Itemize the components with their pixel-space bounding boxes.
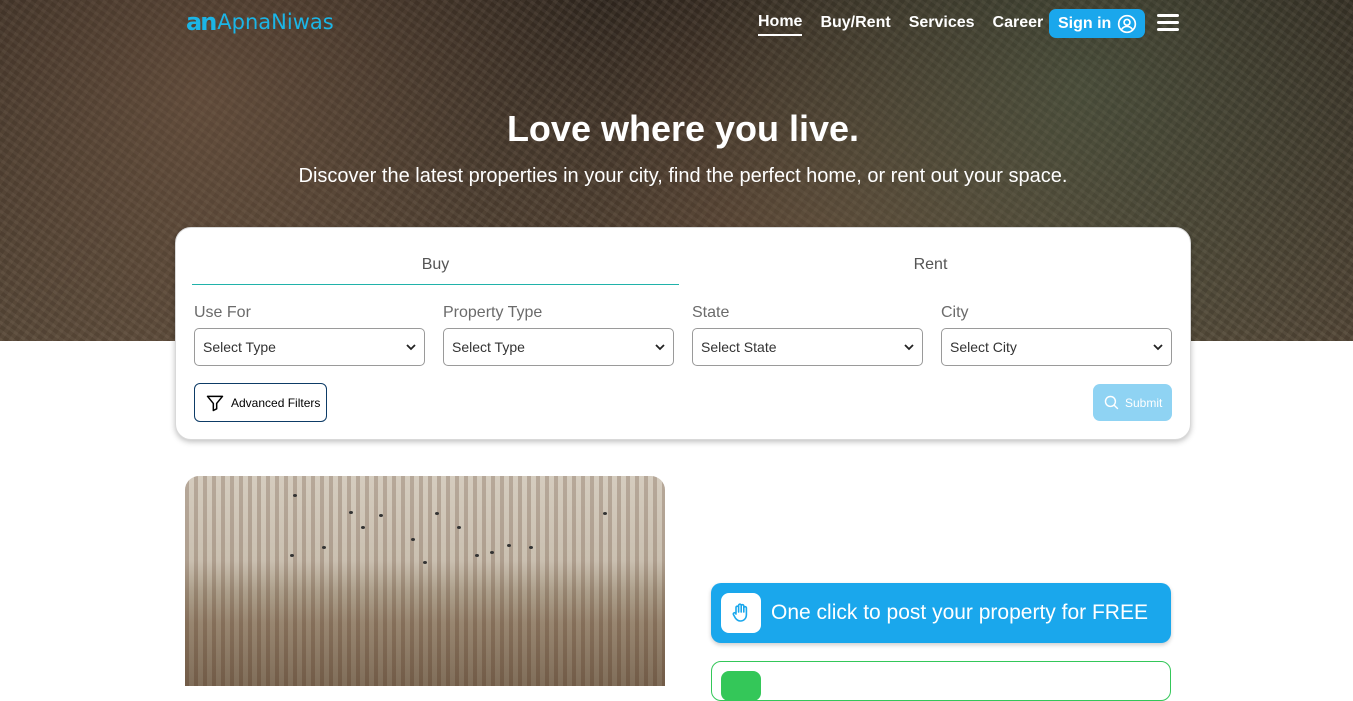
property-type-value: Select Type [452, 339, 525, 355]
hero-title: Love where you live. [506, 108, 860, 149]
use-for-label: Use For [194, 304, 251, 321]
hamburger-menu-icon[interactable] [1157, 14, 1179, 32]
nav-career[interactable]: Career [993, 14, 1044, 35]
post-property-label: One click to post your property for FREE [771, 601, 1148, 624]
chevron-down-icon [655, 344, 665, 351]
city-label: City [941, 304, 969, 321]
nav-services[interactable]: Services [909, 14, 975, 35]
advanced-filters-button[interactable]: Advanced Filters [194, 383, 327, 422]
advanced-filters-label: Advanced Filters [231, 395, 321, 410]
signin-label: Sign in [1058, 14, 1112, 32]
user-circle-icon [1118, 14, 1137, 33]
city-value: Select City [950, 339, 1017, 355]
green-badge [721, 671, 761, 701]
filter-funnel-icon [206, 395, 224, 411]
post-property-button[interactable]: One click to post your property for FREE [711, 583, 1171, 643]
logo[interactable]: an ApnaNiwas [186, 8, 334, 36]
secondary-promo-card[interactable] [711, 661, 1171, 701]
city-select[interactable]: Select City [941, 328, 1172, 366]
use-for-select[interactable]: Select Type [194, 328, 425, 366]
submit-label: Submit [1125, 395, 1163, 410]
submit-button[interactable]: Submit [1093, 384, 1172, 421]
nav-links: Home Buy/Rent Services Career [758, 13, 1061, 36]
hand-icon [721, 593, 761, 633]
use-for-value: Select Type [203, 339, 276, 355]
navbar: an ApnaNiwas Home Buy/Rent Services Care… [0, 0, 1353, 48]
tab-rent[interactable]: Rent [683, 256, 1178, 274]
search-card: Buy Rent Use For Property Type State Cit… [175, 227, 1191, 440]
state-value: Select State [701, 339, 777, 355]
chevron-down-icon [406, 344, 416, 351]
tab-buy[interactable]: Buy [192, 256, 679, 285]
hero-subtitle: Discover the latest properties in your c… [298, 165, 1068, 187]
nav-home[interactable]: Home [758, 13, 803, 36]
logo-mark: an [186, 8, 217, 36]
chevron-down-icon [1153, 344, 1163, 351]
state-select[interactable]: Select State [692, 328, 923, 366]
property-type-label: Property Type [443, 304, 543, 321]
signin-button[interactable]: Sign in [1049, 9, 1145, 38]
property-type-select[interactable]: Select Type [443, 328, 674, 366]
state-label: State [692, 304, 730, 321]
nav-buy-rent[interactable]: Buy/Rent [820, 14, 890, 35]
logo-text: ApnaNiwas [217, 10, 334, 34]
chevron-down-icon [904, 344, 914, 351]
city-photo [185, 476, 665, 686]
search-icon [1104, 395, 1119, 410]
